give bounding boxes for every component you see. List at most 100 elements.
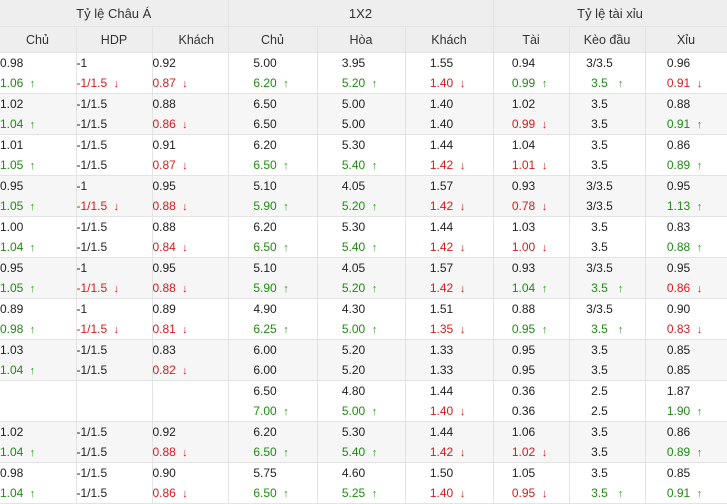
opening-odds: 0.88: [152, 220, 176, 234]
current-odds: 1.05: [0, 281, 24, 295]
arrow-down-icon: ↓: [182, 201, 188, 213]
current-odds: 0.86: [666, 281, 691, 295]
odds-cell-ou-under: 0.85↓0.85↓: [645, 339, 727, 381]
current-odds: 5.00: [341, 322, 366, 336]
opening-odds: 0.93: [511, 179, 536, 193]
opening-odds: 4.30: [341, 302, 366, 316]
opening-odds: 1.02: [0, 425, 24, 439]
arrow-up-icon: ↑: [696, 119, 703, 131]
table-row: 0.89↓0.98↑-1↓-1/1.5↓0.89↓0.81↓4.90↓6.25↑…: [0, 298, 727, 340]
opening-odds: 0.86: [666, 138, 691, 152]
opening-odds: 4.05: [341, 179, 366, 193]
arrow-down-icon: ↓: [541, 201, 548, 213]
current-odds: 1.04: [0, 486, 24, 500]
opening-odds: 0.86: [666, 425, 691, 439]
opening-odds: 0.90: [152, 466, 176, 480]
odds-cell-x12-away: 1.55↓1.40↓: [405, 52, 494, 94]
current-odds: 5.40: [341, 240, 366, 254]
odds-cell-ou-under: 0.85↓0.91↑: [645, 462, 727, 504]
opening-odds: 5.30: [341, 138, 366, 152]
current-odds: 1.06: [0, 76, 24, 90]
current-odds: -1/1.5: [76, 445, 108, 459]
odds-cell-asian-away: 0.89↓0.81↓: [152, 298, 229, 340]
current-odds: 6.50: [253, 158, 277, 172]
arrow-up-icon: ↑: [29, 488, 36, 500]
col-ou-under: Xỉu: [645, 26, 727, 53]
current-odds: 3.5: [591, 76, 608, 90]
arrow-down-icon: ↓: [182, 242, 188, 254]
odds-cell-asian-hdp: -1↓-1/1.5↓: [76, 52, 153, 94]
odds-cell-asian-home: 0.95↓1.05↑: [0, 257, 77, 299]
current-odds: 6.20: [253, 76, 277, 90]
odds-cell-asian-away: 0.92↓0.87↓: [152, 52, 229, 94]
current-odds: 1.13: [666, 199, 691, 213]
current-odds: 0.36: [511, 404, 536, 418]
opening-odds: 0.92: [152, 425, 176, 439]
current-odds: 0.78: [511, 199, 536, 213]
odds-cell-x12-home: 6.00↓6.00↓: [228, 339, 318, 381]
opening-odds: 3.5: [591, 466, 608, 480]
opening-odds: 0.83: [152, 343, 176, 357]
arrow-down-icon: ↓: [459, 242, 466, 254]
arrow-down-icon: ↓: [459, 324, 466, 336]
odds-cell-asian-hdp: -1↓-1/1.5↓: [76, 298, 153, 340]
arrow-down-icon: ↓: [182, 78, 188, 90]
col-asian-home: Chủ: [0, 26, 77, 53]
odds-cell-ou-under: 0.95↓0.86↓: [645, 257, 727, 299]
odds-cell-x12-away: 1.51↓1.35↓: [405, 298, 494, 340]
current-odds: 1.02: [511, 445, 536, 459]
current-odds: -1/1.5: [76, 363, 108, 377]
arrow-down-icon: ↓: [182, 283, 188, 295]
opening-odds: 1.51: [429, 302, 454, 316]
opening-odds: 0.85: [666, 466, 691, 480]
opening-odds: -1/1.5: [76, 343, 108, 357]
current-odds: 6.50: [253, 445, 277, 459]
table-row: 1.01↓1.05↑-1/1.5↓-1/1.5↓0.91↓0.87↓6.20↓6…: [0, 134, 727, 176]
arrow-down-icon: ↓: [459, 78, 466, 90]
odds-cell-asian-away: ↓↓: [152, 380, 229, 422]
current-odds: 5.20: [341, 281, 366, 295]
opening-odds: 0.93: [511, 261, 536, 275]
current-odds: 5.25: [341, 486, 366, 500]
current-odds: 0.86: [152, 486, 176, 500]
arrow-up-icon: ↑: [29, 365, 36, 377]
odds-cell-ou-over: 0.88↓0.95↑: [493, 298, 570, 340]
opening-odds: 1.06: [511, 425, 536, 439]
current-odds: 0.95: [511, 486, 536, 500]
opening-odds: 3/3.5: [586, 179, 613, 193]
arrow-down-icon: ↓: [541, 488, 548, 500]
current-odds: 5.40: [341, 158, 366, 172]
odds-cell-x12-home: 4.90↓6.25↑: [228, 298, 318, 340]
opening-odds: 1.05: [511, 466, 536, 480]
odds-cell-asian-home: 1.00↓1.04↑: [0, 216, 77, 258]
arrow-down-icon: ↓: [113, 324, 119, 336]
odds-cell-ou-line: 3.5↓3.5↓: [569, 339, 646, 381]
arrow-up-icon: ↑: [29, 242, 36, 254]
arrow-up-icon: ↑: [29, 160, 36, 172]
current-odds: 1.42: [429, 240, 454, 254]
current-odds: 1.42: [429, 158, 454, 172]
odds-cell-ou-over: 0.36↓0.36↓: [493, 380, 570, 422]
odds-cell-asian-hdp: -1↓-1/1.5↓: [76, 257, 153, 299]
arrow-down-icon: ↓: [541, 242, 548, 254]
current-odds: 1.01: [511, 158, 536, 172]
odds-cell-asian-home: 0.98↓1.06↑: [0, 52, 77, 94]
current-odds: 1.40: [429, 76, 454, 90]
odds-cell-ou-line: 3.5↓3.5↓: [569, 421, 646, 463]
current-odds: -1/1.5: [76, 76, 108, 90]
opening-odds: 1.44: [429, 384, 454, 398]
arrow-down-icon: ↓: [696, 283, 703, 295]
odds-cell-x12-away: 1.44↓1.40↓: [405, 380, 494, 422]
table-row: 1.02↓1.04↑-1/1.5↓-1/1.5↓0.92↓0.88↓6.20↓6…: [0, 421, 727, 463]
odds-cell-asian-hdp: -1/1.5↓-1/1.5↓: [76, 421, 153, 463]
arrow-up-icon: ↑: [617, 78, 624, 90]
current-odds: 0.83: [666, 322, 691, 336]
arrow-up-icon: ↑: [283, 406, 289, 418]
opening-odds: 0.95: [666, 261, 691, 275]
arrow-up-icon: ↑: [371, 447, 378, 459]
opening-odds: 1.55: [429, 56, 454, 70]
opening-odds: 5.30: [341, 425, 366, 439]
opening-odds: 4.05: [341, 261, 366, 275]
opening-odds: 6.50: [253, 97, 277, 111]
opening-odds: 1.04: [511, 138, 536, 152]
